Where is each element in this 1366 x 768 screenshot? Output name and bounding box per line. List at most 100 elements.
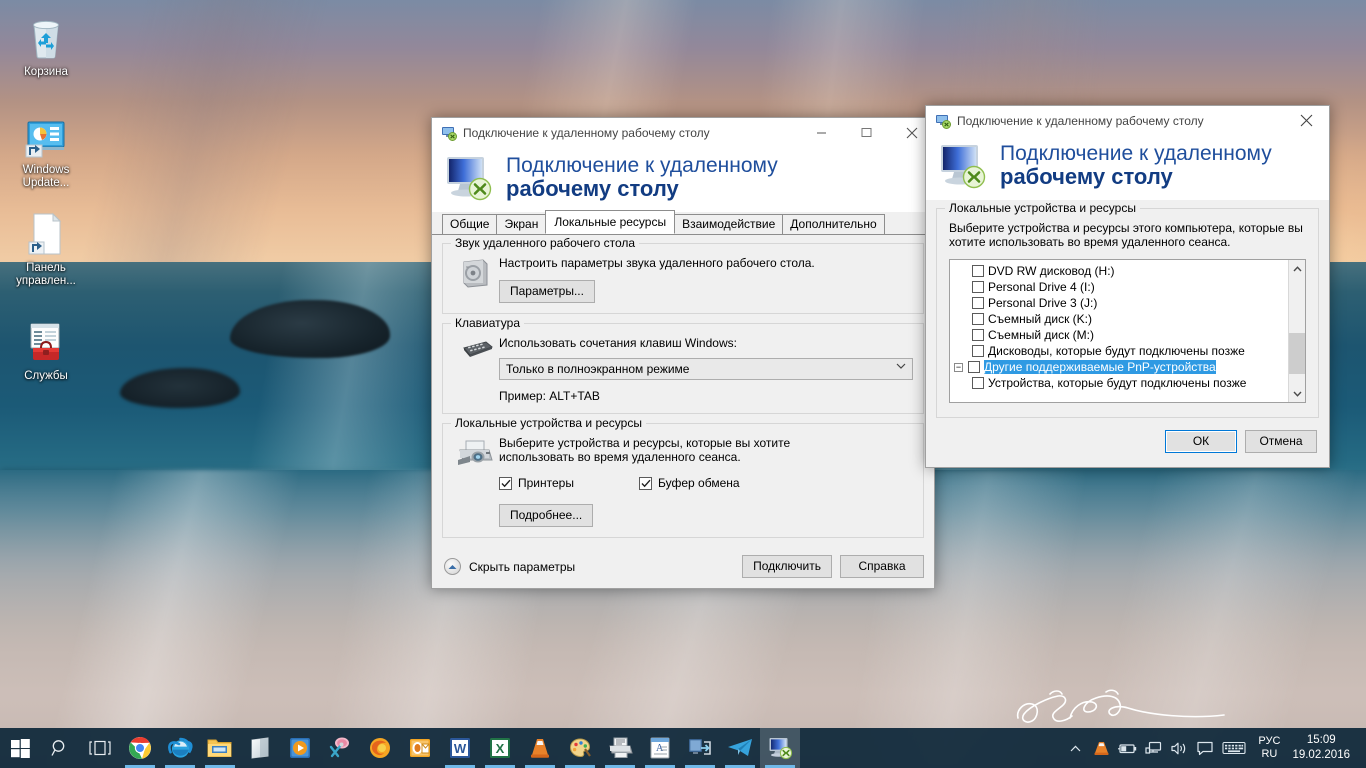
list-item-checkbox[interactable] [972,265,984,277]
taskbar-app-word[interactable]: W [440,728,480,768]
checkbox-printers[interactable]: Принтеры [499,476,639,490]
taskbar-app-outlook[interactable] [400,728,440,768]
audio-settings-button[interactable]: Параметры... [499,280,595,303]
list-item[interactable]: − Другие поддерживаемые PnP-устройства [950,359,1288,375]
tray-icon-battery[interactable] [1114,728,1140,768]
remote-app-icon [689,739,711,755]
connect-button[interactable]: Подключить [742,555,832,578]
network-icon [1145,741,1162,754]
list-item[interactable]: Устройства, которые будут подключены поз… [950,375,1288,391]
local-devices-dialog[interactable]: Подключение к удаленному рабочему столу … [925,105,1330,468]
taskbar-app-file-explorer[interactable] [200,728,240,768]
list-item[interactable]: Дисководы, которые будут подключены позж… [950,343,1288,359]
maximize-button[interactable] [844,118,889,148]
desktop-icon-control-panel[interactable]: Панель управлен... [4,210,88,288]
help-button[interactable]: Справка [840,555,924,578]
list-item-label: Дисководы, которые будут подключены позж… [988,344,1245,358]
tray-icon-action-center[interactable] [1192,728,1218,768]
group-remote-audio: Звук удаленного рабочего стола Настроить… [442,236,924,314]
taskbar-app-excel[interactable]: X [480,728,520,768]
taskbar-app-remote-desktop[interactable] [760,728,800,768]
list-item-checkbox[interactable] [968,361,980,373]
list-item-checkbox[interactable] [972,297,984,309]
tab-local-resources[interactable]: Локальные ресурсы [545,210,676,234]
collapse-options-label[interactable]: Скрыть параметры [469,560,575,574]
minimize-button[interactable] [799,118,844,148]
banner-line-2: рабочему столу [506,176,679,202]
checkbox-clipboard[interactable]: Буфер обмена [639,476,740,490]
taskbar-app-wordpad[interactable]: A [640,728,680,768]
tray-icon-volume[interactable] [1166,728,1192,768]
tray-icon-network[interactable] [1140,728,1166,768]
window-titlebar[interactable]: Подключение к удаленному рабочему столу [432,118,934,148]
tray-icon-touch-keyboard[interactable] [1218,728,1250,768]
dialog-close-button[interactable] [1284,106,1329,136]
group-remote-audio-legend: Звук удаленного рабочего стола [451,236,640,250]
list-item-checkbox[interactable] [972,345,984,357]
taskbar[interactable]: W X A РУС RU 15:09 19.02.2016 [0,728,1366,768]
checkbox-printers-box [499,476,512,490]
taskbar-app-internet-explorer[interactable] [160,728,200,768]
show-hidden-icons-button[interactable] [1062,728,1088,768]
remote-desktop-logo [447,157,492,201]
start-button[interactable] [0,728,40,768]
group-keyboard: Клавиатура Использовать сочетания клавиш… [442,316,924,414]
search-button[interactable] [40,728,80,768]
tab-experience[interactable]: Взаимодействие [674,214,784,234]
local-devices-description-1: Выберите устройства и ресурсы, которые в… [499,436,791,450]
list-item[interactable]: Съемный диск (M:) [950,327,1288,343]
chrome-icon [129,737,151,759]
scrollbar-thumb[interactable] [1289,333,1305,375]
taskbar-app-snipping-tool[interactable] [320,728,360,768]
taskbar-app-media-player[interactable] [280,728,320,768]
list-item-checkbox[interactable] [972,313,984,325]
taskbar-app-firefox[interactable] [360,728,400,768]
list-item-label: Personal Drive 4 (I:) [988,280,1095,294]
collapse-options-button[interactable] [444,558,461,575]
taskbar-app-store[interactable] [240,728,280,768]
tray-icon-vlc[interactable] [1088,728,1114,768]
language-indicator[interactable]: РУС RU [1250,735,1288,761]
cancel-button[interactable]: Отмена [1245,430,1317,453]
remote-desktop-logo [941,145,986,189]
taskbar-app-vlc[interactable] [520,728,560,768]
scroll-up-button[interactable] [1289,260,1305,277]
list-item[interactable]: Personal Drive 3 (J:) [950,295,1288,311]
list-item-checkbox[interactable] [972,281,984,293]
desktop-icon-recycle-bin[interactable]: Корзина [4,14,88,79]
tab-advanced[interactable]: Дополнительно [782,214,885,234]
touch-keyboard-icon [1222,741,1246,755]
more-options-button[interactable]: Подробнее... [499,504,594,527]
remote-desktop-connection-window[interactable]: Подключение к удаленному рабочему столу [431,117,935,589]
tab-panel-local-resources: Звук удаленного рабочего стола Настроить… [432,235,934,538]
windows-key-combo[interactable]: На этом компьютереНа удаленном компьютер… [499,358,913,380]
expander-icon[interactable]: − [954,362,963,372]
remote-desktop-icon [936,114,951,129]
wordpad-icon: A [650,737,670,759]
language-line-1: РУС [1258,735,1281,747]
taskbar-app-paint[interactable] [560,728,600,768]
list-item-checkbox[interactable] [972,329,984,341]
scroll-down-button[interactable] [1289,385,1305,402]
taskbar-app-telegram[interactable] [720,728,760,768]
system-tray[interactable]: РУС RU 15:09 19.02.2016 [1062,728,1366,768]
list-item[interactable]: Съемный диск (K:) [950,311,1288,327]
listbox-scrollbar[interactable] [1288,260,1305,402]
list-item-checkbox[interactable] [972,377,984,389]
scrollbar-track[interactable] [1289,277,1305,385]
tab-strip[interactable]: Общие Экран Локальные ресурсы Взаимодейс… [432,210,934,235]
ok-button[interactable]: ОК [1165,430,1237,453]
clock[interactable]: 15:09 19.02.2016 [1288,733,1360,763]
taskbar-app-remote-app[interactable] [680,728,720,768]
list-item[interactable]: Personal Drive 4 (I:) [950,279,1288,295]
desktop-icon-windows-update[interactable]: Windows Update... [4,112,88,190]
dialog-titlebar[interactable]: Подключение к удаленному рабочему столу [926,106,1329,136]
desktop-icon-services[interactable]: Службы [4,318,88,383]
taskbar-app-fax-scan[interactable] [600,728,640,768]
tab-general[interactable]: Общие [442,214,498,234]
tab-display[interactable]: Экран [496,214,547,234]
list-item[interactable]: DVD RW дисковод (H:) [950,263,1288,279]
task-view-button[interactable] [80,728,120,768]
devices-listbox[interactable]: DVD RW дисковод (H:) Personal Drive 4 (I:… [949,259,1306,403]
taskbar-app-chrome[interactable] [120,728,160,768]
